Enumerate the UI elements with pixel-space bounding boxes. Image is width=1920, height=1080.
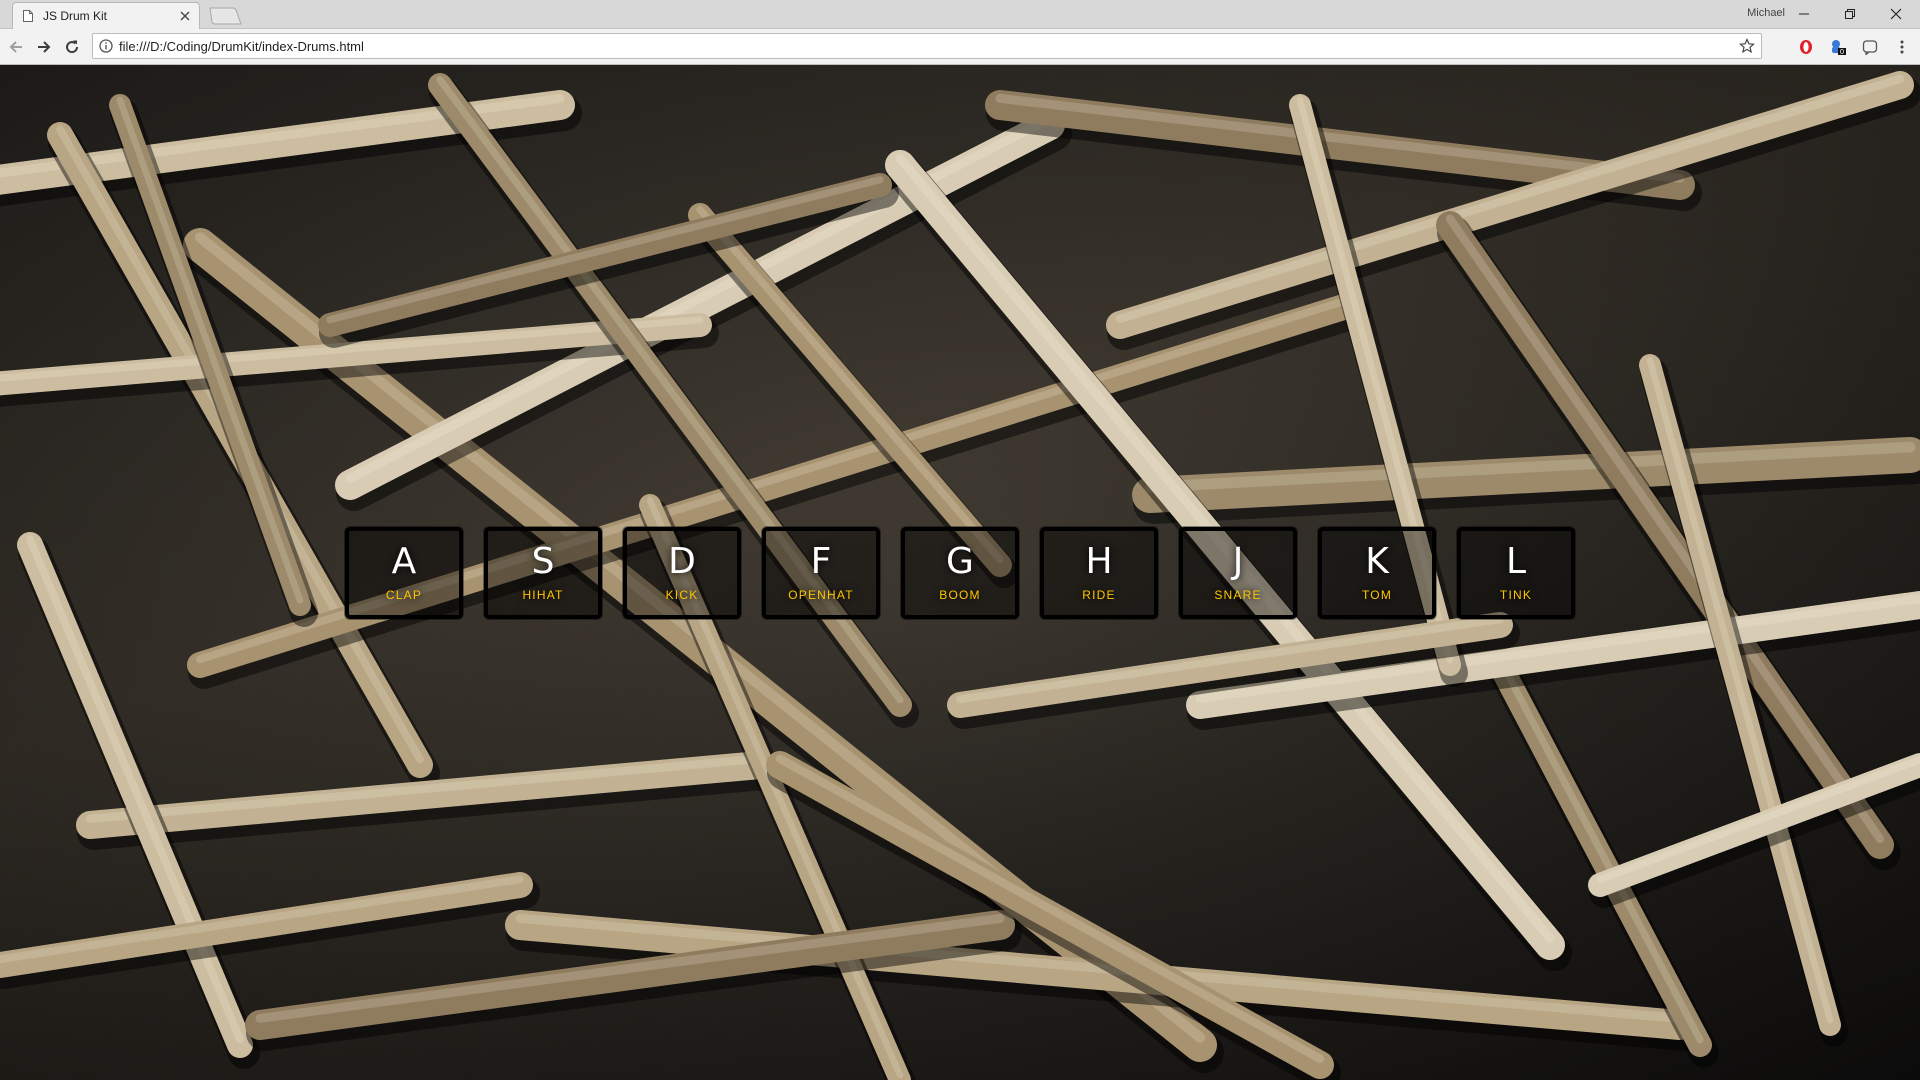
arrow-left-icon (9, 41, 22, 53)
key-sound-label: HIHAT (522, 588, 564, 602)
profile-name[interactable]: Michael (1725, 7, 1785, 19)
minimize-icon (1799, 13, 1809, 15)
key-letter: K (1365, 541, 1389, 582)
key-letter: H (1085, 541, 1113, 582)
key-letter: J (1232, 541, 1244, 582)
reload-icon (66, 40, 79, 54)
url-text[interactable]: file:///D:/Coding/DrumKit/index-Drums.ht… (119, 39, 364, 54)
close-icon (1890, 8, 1902, 20)
tab-title: JS Drum Kit (43, 9, 108, 23)
restore-button[interactable] (1828, 0, 1872, 28)
extension-badge: 0 (1840, 48, 1844, 56)
drum-key-g[interactable]: G BOOM (901, 527, 1019, 619)
key-sound-label: OPENHAT (788, 588, 854, 602)
drum-key-f[interactable]: F OPENHAT (762, 527, 880, 619)
forward-button[interactable] (34, 37, 54, 57)
page-icon (23, 10, 33, 22)
drum-key-d[interactable]: D KICK (623, 527, 741, 619)
new-tab-button[interactable] (206, 7, 242, 25)
extension-icon: 0 (1832, 40, 1846, 56)
key-letter: G (946, 541, 974, 582)
key-letter: D (668, 541, 696, 582)
opera-extension-button[interactable] (1796, 37, 1816, 57)
menu-button[interactable] (1892, 37, 1912, 57)
drum-key-k[interactable]: K TOM (1318, 527, 1436, 619)
key-sound-label: BOOM (939, 588, 981, 602)
chat-extension-button[interactable] (1860, 37, 1880, 57)
key-letter: L (1505, 541, 1527, 582)
arrow-right-icon (38, 41, 51, 53)
close-window-button[interactable] (1874, 0, 1918, 28)
browser-tab[interactable]: JS Drum Kit (12, 2, 200, 29)
browser-toolbar: file:///D:/Coding/DrumKit/index-Drums.ht… (0, 29, 1920, 65)
address-bar[interactable]: file:///D:/Coding/DrumKit/index-Drums.ht… (92, 33, 1762, 59)
key-letter: S (531, 541, 555, 582)
info-icon[interactable] (99, 39, 113, 53)
key-sound-label: RIDE (1082, 588, 1116, 602)
key-sound-label: TINK (1499, 588, 1533, 602)
browser-titlebar: JS Drum Kit Michael (0, 0, 1920, 29)
drum-kit-page: A CLAP S HIHAT D KICK F OPENHAT G BOOM H RIDE J SNARE… (0, 65, 1920, 1080)
drum-key-l[interactable]: L TINK (1457, 527, 1575, 619)
chat-bubble-icon (1862, 40, 1878, 55)
restore-icon (1845, 9, 1855, 19)
drum-key-h[interactable]: H RIDE (1040, 527, 1158, 619)
opera-icon (1800, 40, 1812, 54)
more-vertical-icon (1900, 40, 1904, 54)
close-tab-icon[interactable] (179, 10, 191, 22)
drum-key-s[interactable]: S HIHAT (484, 527, 602, 619)
drum-keys: A CLAP S HIHAT D KICK F OPENHAT G BOOM H RIDE J SNARE… (0, 527, 1920, 619)
reload-button[interactable] (62, 37, 82, 57)
key-letter: A (391, 541, 417, 582)
key-letter: F (810, 541, 832, 582)
key-sound-label: TOM (1361, 588, 1393, 602)
minimize-button[interactable] (1782, 0, 1826, 28)
drum-key-j[interactable]: J SNARE (1179, 527, 1297, 619)
bookmark-star-icon[interactable] (1739, 38, 1755, 54)
back-button[interactable] (6, 37, 26, 57)
key-sound-label: KICK (665, 588, 699, 602)
extension-button[interactable]: 0 (1828, 37, 1848, 57)
key-sound-label: SNARE (1214, 588, 1262, 602)
drum-key-a[interactable]: A CLAP (345, 527, 463, 619)
key-sound-label: CLAP (385, 588, 423, 602)
